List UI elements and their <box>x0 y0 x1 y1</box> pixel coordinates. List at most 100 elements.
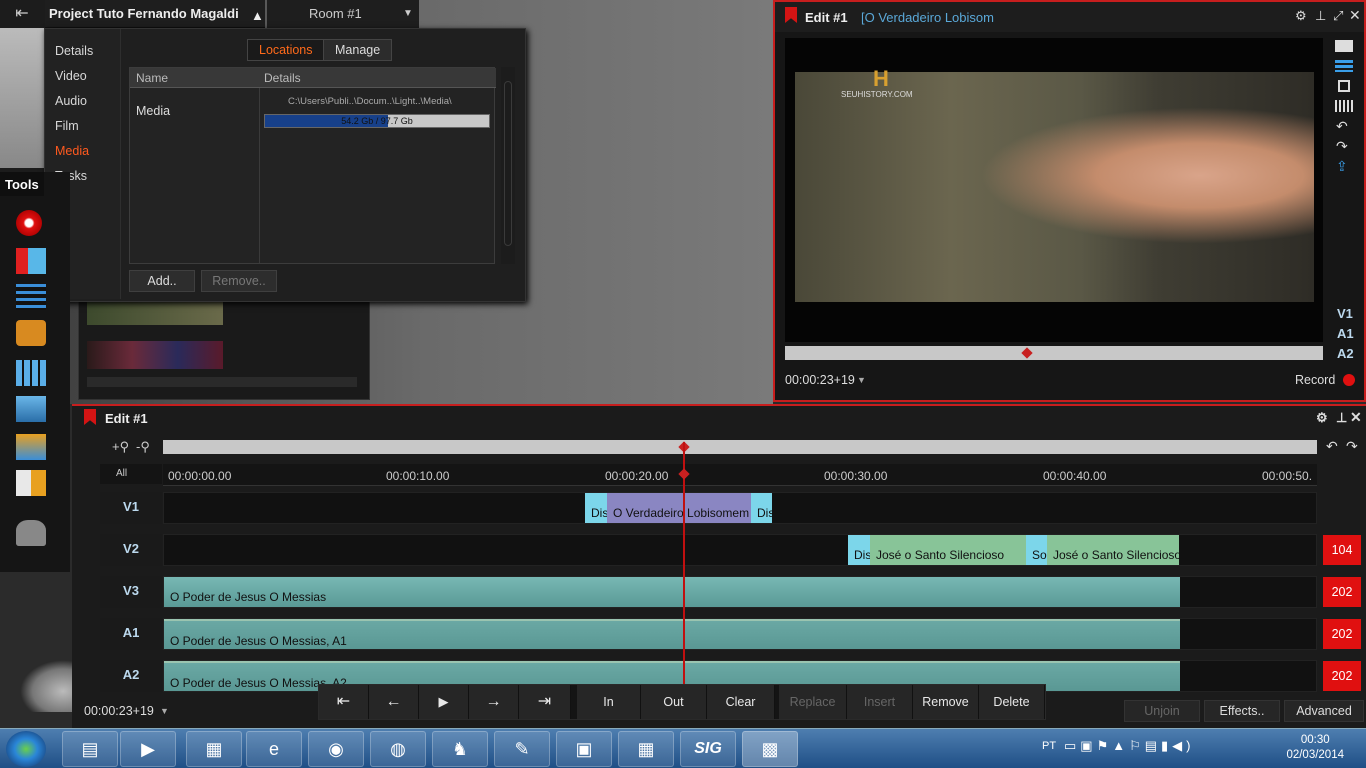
track-a1-label[interactable]: A1 <box>100 618 162 650</box>
time-ruler[interactable] <box>163 464 1317 486</box>
remove-button[interactable]: Remove <box>913 685 979 719</box>
timeline-timecode[interactable]: 00:00:23+19 <box>84 704 154 718</box>
thumbnail[interactable] <box>87 301 223 325</box>
system-clock[interactable]: 00:30 02/03/2014 <box>1286 733 1344 763</box>
step-back-button[interactable]: ← <box>369 685 419 719</box>
nav-media[interactable]: Media <box>55 144 89 158</box>
track-v3-label[interactable]: V3 <box>100 576 162 608</box>
mark-in-button[interactable]: In <box>577 685 641 719</box>
start-button[interactable] <box>6 731 46 767</box>
project-selector[interactable]: Project Tuto Fernando Magaldi ▲ <box>45 0 265 28</box>
video-clip[interactable]: O Poder de Jesus O Messias <box>164 577 1180 607</box>
all-tracks-toggle[interactable]: All <box>100 464 162 484</box>
close-icon[interactable]: ✕ <box>1349 7 1361 24</box>
transition-clip[interactable]: So <box>1026 535 1047 565</box>
taskbar-lightworks[interactable]: ▩ <box>742 731 798 767</box>
scrollbar[interactable] <box>87 377 357 387</box>
track-a2-toggle[interactable]: A2 <box>1337 346 1354 361</box>
undo-icon[interactable]: ↶ <box>1326 438 1338 455</box>
mark-out-button[interactable]: Out <box>641 685 707 719</box>
timeline-icon[interactable] <box>16 284 46 310</box>
add-location-button[interactable]: Add.. <box>129 270 195 292</box>
track-a1-toggle[interactable]: A1 <box>1337 326 1354 341</box>
language-indicator[interactable]: PT <box>1042 740 1056 752</box>
taskbar-app[interactable]: ▣ <box>556 731 612 767</box>
close-icon[interactable]: ✕ <box>1350 409 1362 426</box>
pin-icon[interactable]: ⊥ <box>1336 410 1347 426</box>
fullscreen-icon[interactable]: ⤢ <box>1333 8 1343 24</box>
taskbar-app[interactable]: ♞ <box>432 731 488 767</box>
nav-details[interactable]: Details <box>55 44 93 58</box>
timeline-overview-bar[interactable] <box>163 440 1317 454</box>
import-icon[interactable] <box>16 248 46 274</box>
room-selector[interactable]: Room #1 ▼ <box>267 0 419 28</box>
gear-icon[interactable]: ⚙ <box>1295 8 1307 24</box>
go-to-end-button[interactable]: ⇥ <box>519 685 571 719</box>
tray-icons[interactable]: ▭▣⚑▲⚐▤▮◀) <box>1064 738 1195 754</box>
upload-icon[interactable]: ⇪ <box>1336 158 1348 175</box>
nav-video[interactable]: Video <box>55 69 87 83</box>
remove-location-button[interactable]: Remove.. <box>201 270 277 292</box>
redo-icon[interactable]: ↷ <box>1346 438 1358 455</box>
tab-locations[interactable]: Locations <box>247 39 325 61</box>
transition-clip[interactable]: Dis <box>751 493 772 523</box>
thumbnail[interactable] <box>87 341 223 369</box>
video-clip[interactable]: O Verdadeiro Lobisomem <box>607 493 751 523</box>
exit-icon[interactable]: ⇤ <box>8 4 36 24</box>
play-button[interactable]: ▶ <box>419 685 469 719</box>
chevron-down-icon[interactable]: ▼ <box>160 706 169 716</box>
nav-film[interactable]: Film <box>55 119 79 133</box>
taskbar-media-player[interactable]: ▶ <box>120 731 176 767</box>
taskbar-321[interactable]: ▦ <box>186 731 242 767</box>
taskbar-sig[interactable]: SIG <box>680 731 736 767</box>
video-clip[interactable]: José o Santo Silencioso <box>870 535 1026 565</box>
advanced-button[interactable]: Advanced <box>1284 700 1364 722</box>
scrollbar[interactable] <box>501 67 515 264</box>
effects-button[interactable]: Effects.. <box>1204 700 1280 722</box>
taskbar-ie[interactable]: e <box>246 731 302 767</box>
replace-button[interactable]: Replace <box>779 685 847 719</box>
insert-button[interactable]: Insert <box>847 685 913 719</box>
tracks-icon[interactable] <box>1335 60 1353 72</box>
undo-icon[interactable]: ↶ <box>1336 118 1348 135</box>
waveform-icon[interactable] <box>1335 100 1353 112</box>
scrub-marker[interactable] <box>1021 347 1033 359</box>
track-v1-label[interactable]: V1 <box>100 492 162 524</box>
pin-icon[interactable]: ⊥ <box>1315 8 1326 24</box>
search-icon[interactable] <box>16 320 46 346</box>
taskbar-app[interactable]: ✎ <box>494 731 550 767</box>
zoom-in-icon[interactable]: +⚲ <box>112 439 129 455</box>
go-to-start-button[interactable]: ⇤ <box>319 685 369 719</box>
zoom-out-icon[interactable]: -⚲ <box>136 439 150 455</box>
audio-clip[interactable]: O Poder de Jesus O Messias, A1 <box>164 619 1180 649</box>
video-clip[interactable]: José o Santo Silencioso <box>1047 535 1179 565</box>
transition-clip[interactable]: Dis <box>848 535 870 565</box>
record-button[interactable] <box>1343 374 1355 386</box>
users-settings-icon[interactable] <box>16 520 46 546</box>
export-icon[interactable] <box>16 434 46 460</box>
delete-button[interactable]: Delete <box>979 685 1045 719</box>
send-icon[interactable] <box>16 470 46 496</box>
unjoin-button[interactable]: Unjoin <box>1124 700 1200 722</box>
taskbar-app[interactable]: ◍ <box>370 731 426 767</box>
gear-icon[interactable]: ⚙ <box>1316 410 1328 426</box>
step-forward-button[interactable]: → <box>469 685 519 719</box>
clear-button[interactable]: Clear <box>707 685 775 719</box>
transition-clip[interactable]: Dis <box>585 493 607 523</box>
scroll-thumb[interactable] <box>504 81 512 246</box>
nav-audio[interactable]: Audio <box>55 94 87 108</box>
redo-icon[interactable]: ↷ <box>1336 138 1348 155</box>
track-v1-toggle[interactable]: V1 <box>1337 306 1353 321</box>
viewer-timecode[interactable]: 00:00:23+19 <box>785 373 855 387</box>
safe-area-icon[interactable] <box>1338 80 1350 92</box>
record-icon[interactable] <box>16 210 42 236</box>
taskbar-calculator[interactable]: ▦ <box>618 731 674 767</box>
chevron-down-icon[interactable]: ▼ <box>857 375 866 385</box>
track-v2-label[interactable]: V2 <box>100 534 162 566</box>
grid-icon[interactable] <box>16 360 46 386</box>
location-name[interactable]: Media <box>136 104 170 118</box>
viewer-scrubber[interactable] <box>785 346 1323 360</box>
taskbar-chrome[interactable]: ◉ <box>308 731 364 767</box>
layers-icon[interactable] <box>16 396 46 422</box>
monitor-icon[interactable] <box>1335 40 1353 52</box>
